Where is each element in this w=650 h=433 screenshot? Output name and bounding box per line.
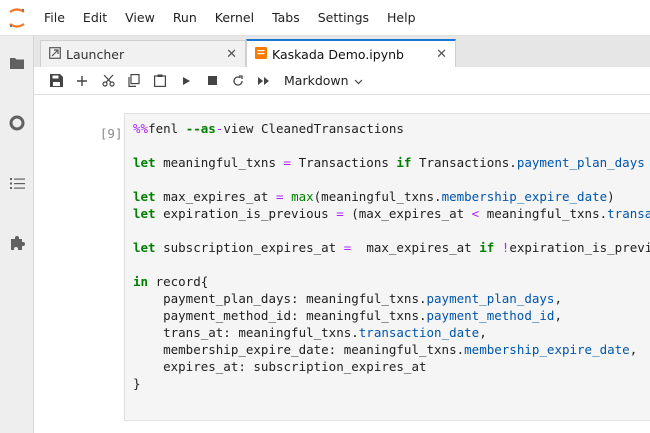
cut-icon[interactable] — [96, 69, 120, 93]
restart-kernel-icon[interactable] — [226, 69, 250, 93]
notebook-toolbar: Markdown — [34, 67, 650, 95]
code-line: payment_plan_days: meaningful_txns.payme… — [133, 291, 562, 306]
code-line: expires_at: subscription_expires_at — [133, 359, 427, 374]
code-line: trans_at: meaningful_txns.transaction_da… — [133, 325, 487, 340]
menu-tabs[interactable]: Tabs — [263, 0, 309, 36]
code-line: ​ — [133, 137, 650, 154]
stop-icon[interactable] — [200, 69, 224, 93]
menu-bar: File Edit View Run Kernel Tabs Settings … — [0, 0, 650, 36]
code-content[interactable]: %%fenl --as-view CleanedTransactions​let… — [133, 120, 650, 392]
fast-forward-icon[interactable] — [252, 69, 276, 93]
code-line: let expiration_is_previous = (max_expire… — [133, 206, 650, 221]
jupyter-logo-icon[interactable] — [0, 0, 34, 36]
paste-icon[interactable] — [148, 69, 172, 93]
code-line: } — [133, 376, 141, 391]
notebook-icon — [255, 46, 267, 62]
tab-bar: Launcher ✕ Kaskada Demo.ipynb ✕ — [34, 36, 650, 67]
copy-icon[interactable] — [122, 69, 146, 93]
code-line: ​ — [133, 171, 650, 188]
code-line: payment_method_id: meaningful_txns.payme… — [133, 308, 562, 323]
table-of-contents-icon[interactable] — [0, 168, 34, 198]
tab-launcher[interactable]: Launcher ✕ — [40, 40, 246, 67]
add-cell-icon[interactable] — [70, 69, 94, 93]
code-cell-editor[interactable]: %%fenl --as-view CleanedTransactions​let… — [124, 113, 650, 421]
extension-puzzle-icon[interactable] — [0, 228, 34, 258]
close-icon[interactable]: ✕ — [436, 47, 447, 62]
code-line: let subscription_expires_at = max_expire… — [133, 240, 650, 255]
menu-run[interactable]: Run — [164, 0, 206, 36]
main-dock: Launcher ✕ Kaskada Demo.ipynb ✕ Markdown… — [34, 36, 650, 433]
tab-kaskada-demo-label: Kaskada Demo.ipynb — [272, 46, 404, 62]
menu-help[interactable]: Help — [378, 0, 425, 36]
launcher-icon — [49, 46, 61, 62]
menu-file[interactable]: File — [34, 0, 74, 36]
code-line: in record{ — [133, 274, 209, 289]
run-cell-icon[interactable] — [174, 69, 198, 93]
menu-kernel[interactable]: Kernel — [206, 0, 263, 36]
tab-launcher-label: Launcher — [66, 46, 125, 62]
folder-icon[interactable] — [0, 48, 34, 78]
code-line: let meaningful_txns = Transactions if Tr… — [133, 155, 645, 170]
activity-bar — [0, 36, 34, 433]
cell-type-dropdown[interactable]: Markdown — [284, 73, 363, 88]
menu-edit[interactable]: Edit — [74, 0, 116, 36]
notebook-panel: Markdown [9]: %%fenl --as-view CleanedTr… — [34, 67, 650, 433]
save-icon[interactable] — [44, 69, 68, 93]
tab-kaskada-demo[interactable]: Kaskada Demo.ipynb ✕ — [246, 39, 456, 67]
code-line: let max_expires_at = max(meaningful_txns… — [133, 189, 615, 204]
menu-settings[interactable]: Settings — [309, 0, 378, 36]
menu-view[interactable]: View — [116, 0, 164, 36]
chevron-down-icon — [354, 73, 363, 88]
code-line: membership_expire_date: meaningful_txns.… — [133, 342, 638, 357]
code-line: ​ — [133, 222, 650, 239]
close-icon[interactable]: ✕ — [226, 47, 237, 62]
code-line: ​ — [133, 256, 650, 273]
cell-type-label: Markdown — [284, 73, 349, 88]
running-kernels-icon[interactable] — [0, 108, 34, 138]
code-line: %%fenl --as-view CleanedTransactions — [133, 121, 404, 136]
